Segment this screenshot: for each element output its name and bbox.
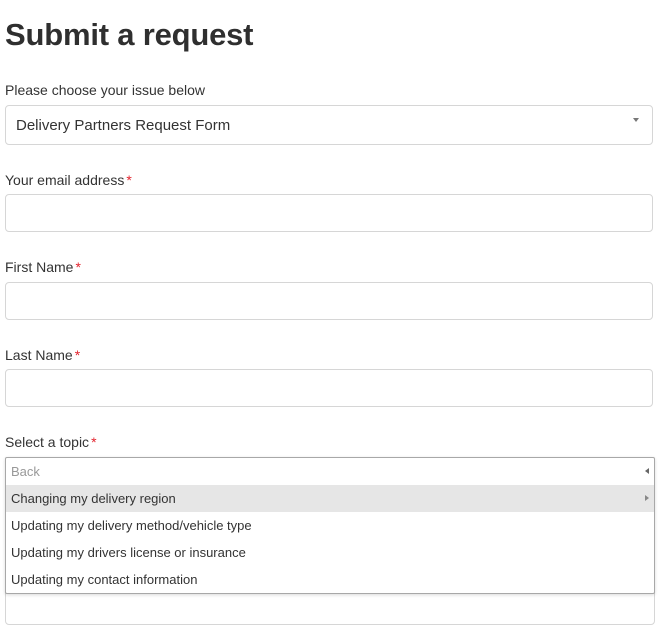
menu-item-updating-contact-info[interactable]: Updating my contact information [6, 566, 654, 593]
last-name-label-text: Last Name [5, 347, 73, 363]
menu-item-updating-delivery-method[interactable]: Updating my delivery method/vehicle type [6, 512, 654, 539]
menu-item-changing-delivery-region[interactable]: Changing my delivery region [6, 485, 654, 512]
menu-item-updating-drivers-license[interactable]: Updating my drivers license or insurance [6, 539, 654, 566]
menu-item-label: Updating my contact information [11, 572, 198, 587]
topic-label: Select a topic * [5, 434, 97, 450]
issue-select[interactable]: Delivery Partners Request Form [5, 105, 653, 145]
issue-select-value: Delivery Partners Request Form [16, 117, 231, 134]
issue-label-text: Please choose your issue below [5, 82, 206, 98]
caret-right-icon [645, 495, 649, 501]
last-name-field[interactable] [5, 369, 653, 407]
menu-item-label: Updating my delivery method/vehicle type [11, 518, 252, 533]
topic-label-text: Select a topic [5, 434, 90, 450]
menu-back-item[interactable]: Back [6, 458, 654, 485]
caret-left-icon [645, 468, 649, 474]
email-label: Your email address * [5, 172, 132, 188]
topic-dropdown-menu: Back Changing my delivery region Updatin… [5, 457, 655, 594]
email-field[interactable] [5, 194, 653, 232]
required-asterisk: * [91, 434, 97, 450]
first-name-label-text: First Name [5, 259, 74, 275]
request-form-page: Submit a request Please choose your issu… [0, 0, 661, 641]
first-name-field[interactable] [5, 282, 653, 320]
required-asterisk: * [74, 347, 81, 363]
last-name-label: Last Name * [5, 347, 80, 363]
menu-item-label: Changing my delivery region [11, 491, 176, 506]
required-asterisk: * [126, 172, 132, 188]
first-name-label: First Name * [5, 259, 81, 275]
menu-back-label: Back [11, 464, 40, 479]
page-title: Submit a request [5, 17, 254, 52]
issue-label: Please choose your issue below [5, 82, 205, 98]
required-asterisk: * [75, 259, 81, 275]
menu-item-label: Updating my drivers license or insurance [11, 545, 246, 560]
email-label-text: Your email address [5, 172, 125, 188]
chevron-down-icon [633, 118, 639, 122]
